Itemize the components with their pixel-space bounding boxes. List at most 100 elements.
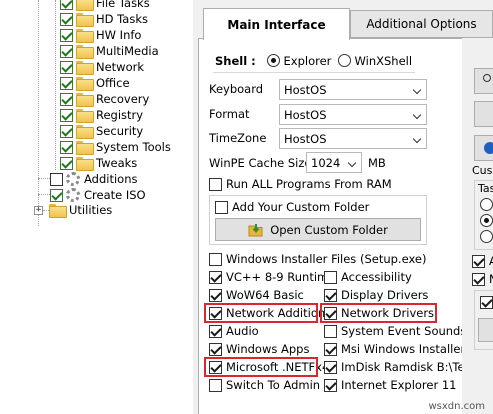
tree-item-label: Network <box>96 60 145 74</box>
radio-button[interactable] <box>480 230 493 243</box>
tree-item-label: Create ISO <box>84 188 146 202</box>
option-vc-runtime[interactable]: VC++ 8-9 Runtime <box>209 269 335 285</box>
checkbox-create-iso[interactable] <box>50 188 63 202</box>
tree-item-label: System Tools <box>96 140 171 154</box>
right-partial-option[interactable]: A <box>472 253 493 269</box>
radio-button[interactable] <box>267 54 280 67</box>
checkbox[interactable] <box>472 272 485 286</box>
tab-main-interface[interactable]: Main Interface <box>203 8 350 40</box>
option-windows-apps[interactable]: Windows Apps <box>209 341 309 357</box>
tree-item-file-tasks[interactable]: File Tasks <box>60 0 150 11</box>
option-windows-installer-files[interactable]: Windows Installer Files (Setup.exe) <box>209 251 426 267</box>
folder-icon <box>76 45 94 59</box>
tree-item-label: Security <box>96 124 144 138</box>
option-label: Windows Installer Files (Setup.exe) <box>226 252 427 266</box>
cache-size-select[interactable]: 1024 <box>306 152 362 173</box>
tree-item-network[interactable]: Network <box>60 59 144 75</box>
checkbox[interactable] <box>209 378 222 392</box>
checkbox[interactable] <box>324 270 337 284</box>
highlight-microsoft-netfx4 <box>204 357 318 377</box>
side-button[interactable] <box>478 318 493 342</box>
shell-label: Shell : <box>215 54 256 68</box>
checkbox[interactable] <box>209 342 222 356</box>
run-from-ram-label: Run ALL Programs From RAM <box>226 177 392 191</box>
checkbox-network[interactable] <box>60 60 73 74</box>
tree-item-tweaks[interactable]: Tweaks <box>60 155 137 171</box>
keyboard-value: HostOS <box>284 82 327 97</box>
checkbox-hw-info[interactable] <box>60 28 73 42</box>
folder-icon <box>76 109 94 123</box>
side-button[interactable] <box>474 101 493 127</box>
option-system-event-sounds[interactable]: System Event Sounds <box>324 323 466 339</box>
checkbox-hd-tasks[interactable] <box>60 12 73 26</box>
checkbox[interactable] <box>209 324 222 338</box>
checkbox-registry[interactable] <box>60 108 73 122</box>
option-display-drivers[interactable]: Display Drivers <box>324 287 428 303</box>
option-label: Display Drivers <box>341 288 429 302</box>
tree-item-label: MultiMedia <box>96 44 159 58</box>
checkbox[interactable] <box>324 378 337 392</box>
checkbox-tweaks[interactable] <box>60 156 73 170</box>
side-button[interactable] <box>474 135 493 161</box>
tree-item-label: Additions <box>84 172 138 186</box>
folder-icon <box>76 61 94 75</box>
checkbox[interactable] <box>324 342 337 356</box>
radio-button[interactable] <box>480 198 493 211</box>
checkbox[interactable] <box>209 270 222 284</box>
option-audio[interactable]: Audio <box>209 323 259 339</box>
tree-item-hw-info[interactable]: HW Info <box>60 27 141 43</box>
keyboard-select[interactable]: HostOS <box>279 79 427 100</box>
tree-item-create-iso[interactable]: Create ISO <box>50 187 146 203</box>
tree-item-hd-tasks[interactable]: HD Tasks <box>60 11 148 27</box>
tree-item-utilities[interactable]: Utilities <box>46 202 112 218</box>
option-internet-explorer-11[interactable]: Internet Explorer 11 <box>324 377 457 393</box>
tree-item-system-tools[interactable]: System Tools <box>60 139 171 155</box>
checkbox[interactable] <box>324 324 337 338</box>
open-custom-folder-button[interactable]: Open Custom Folder <box>215 218 421 241</box>
option-wow64-basic[interactable]: WoW64 Basic <box>209 287 304 303</box>
custom-folder-checkbox[interactable] <box>215 200 228 214</box>
radio-button[interactable] <box>480 214 493 227</box>
run-from-ram-option[interactable]: Run ALL Programs From RAM <box>209 176 392 192</box>
checkbox[interactable] <box>324 288 337 302</box>
tree-item-recovery[interactable]: Recovery <box>60 91 149 107</box>
checkbox[interactable] <box>209 252 222 266</box>
tree-item-registry[interactable]: Registry <box>60 107 143 123</box>
tree-item-label: HD Tasks <box>96 12 148 26</box>
checkbox[interactable] <box>480 296 493 309</box>
checkbox-system-tools[interactable] <box>60 140 73 154</box>
option-label: WoW64 Basic <box>226 288 304 302</box>
side-button[interactable] <box>474 68 493 94</box>
checkbox-additions[interactable] <box>50 172 63 186</box>
option-msi-windows-installer[interactable]: Msi Windows Installer <box>324 341 465 357</box>
checkbox-recovery[interactable] <box>60 92 73 106</box>
tree-item-office[interactable]: Office <box>60 75 130 91</box>
format-select[interactable]: HostOS <box>279 104 427 125</box>
radio-explorer[interactable]: Explorer <box>267 54 331 68</box>
run-from-ram-checkbox[interactable] <box>209 177 222 191</box>
format-label: Format <box>209 107 250 121</box>
checkbox[interactable] <box>472 254 485 268</box>
checkbox-security[interactable] <box>60 124 73 138</box>
checkbox[interactable] <box>209 288 222 302</box>
divider <box>213 72 415 73</box>
folder-icon <box>76 141 94 155</box>
option-switch-to-admin[interactable]: Switch To Admin <box>209 377 320 393</box>
custom-folder-option[interactable]: Add Your Custom Folder <box>215 199 369 215</box>
radio-button[interactable] <box>338 54 351 67</box>
checkbox-office[interactable] <box>60 76 73 90</box>
option-accessibility[interactable]: Accessibility <box>324 269 412 285</box>
tree-item-additions[interactable]: Additions <box>50 171 137 187</box>
checkbox[interactable] <box>324 360 337 374</box>
watermark: wsxdn.com <box>428 401 485 412</box>
right-partial-option[interactable]: N <box>472 271 493 287</box>
checkbox-multimedia[interactable] <box>60 44 73 58</box>
expand-icon[interactable]: + <box>34 206 43 215</box>
tree-item-security[interactable]: Security <box>60 123 143 139</box>
timezone-select[interactable]: HostOS <box>279 128 427 149</box>
tab-additional-options[interactable]: Additional Options <box>350 10 493 38</box>
radio-winxshell[interactable]: WinXShell <box>338 54 412 68</box>
checkbox-file-tasks[interactable] <box>60 0 73 10</box>
option-imdisk-ramdisk[interactable]: ImDisk Ramdisk B:\Temp <box>324 359 483 375</box>
tree-item-multimedia[interactable]: MultiMedia <box>60 43 159 59</box>
